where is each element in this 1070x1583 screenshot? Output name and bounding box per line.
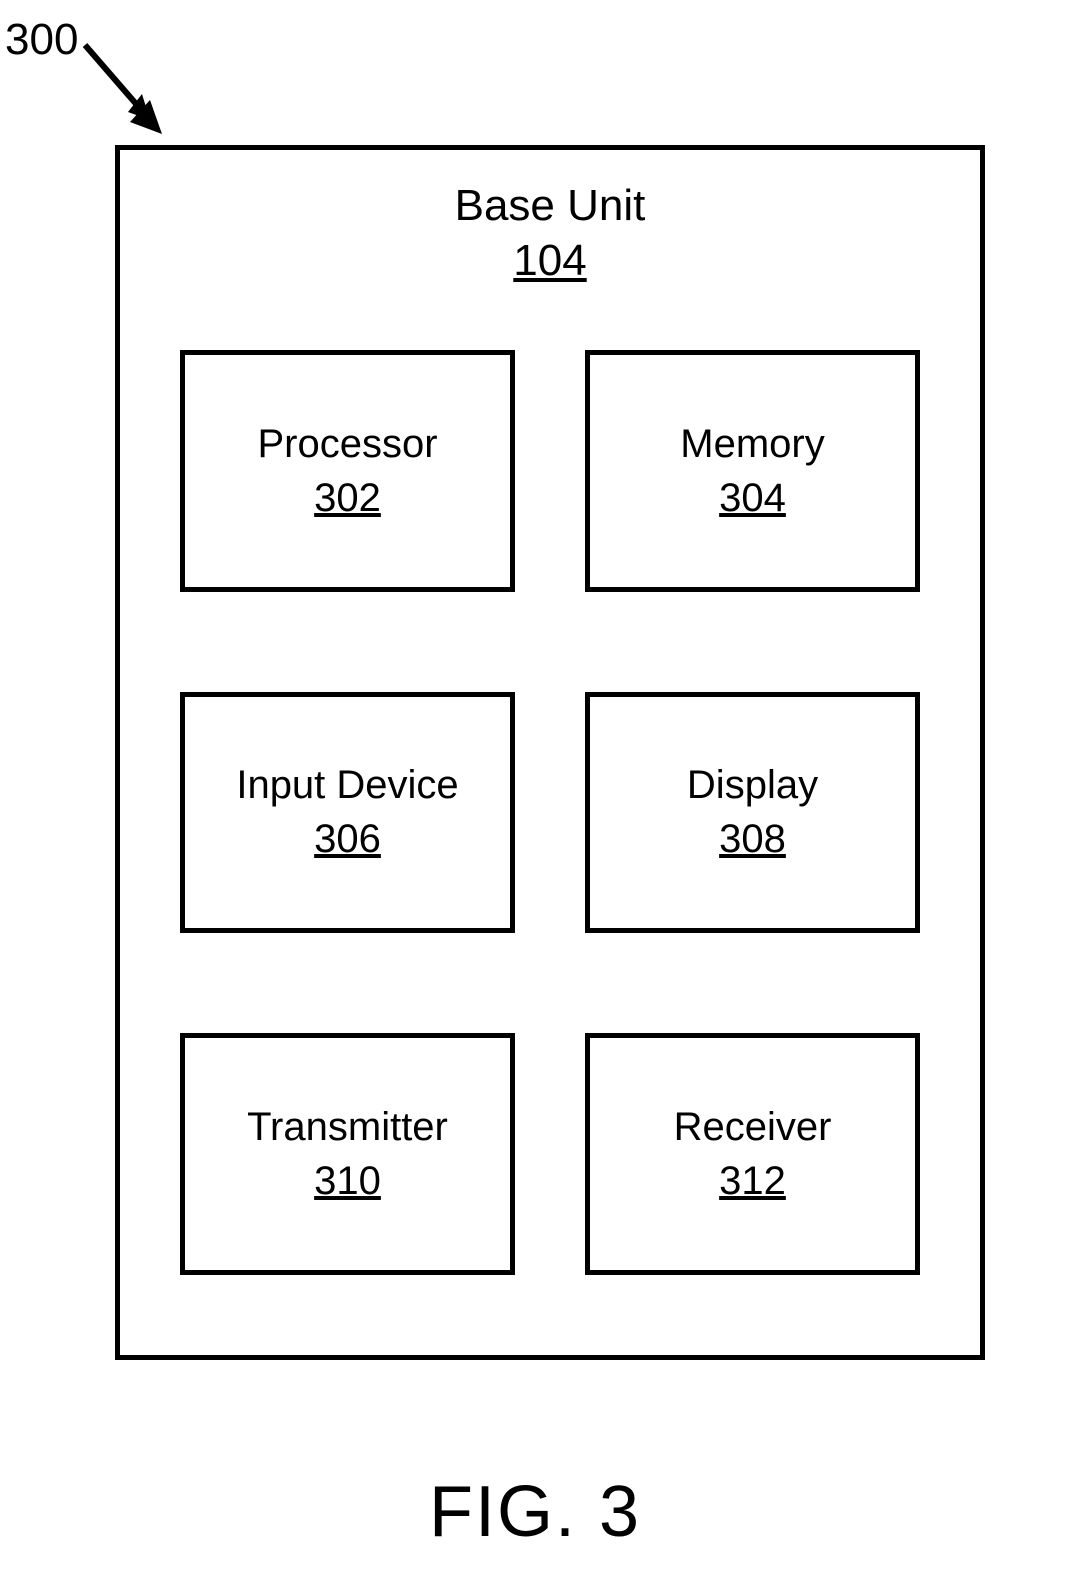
component-label: Display bbox=[687, 758, 818, 812]
base-unit-title-text: Base Unit bbox=[455, 181, 646, 230]
component-display: Display 308 bbox=[585, 692, 920, 934]
component-ref: 304 bbox=[719, 471, 786, 525]
base-unit-title: Base Unit 104 bbox=[120, 178, 980, 288]
base-unit-ref: 104 bbox=[513, 236, 586, 285]
component-label: Processor bbox=[257, 417, 437, 471]
component-memory: Memory 304 bbox=[585, 350, 920, 592]
component-label: Receiver bbox=[674, 1100, 832, 1154]
arrow-icon bbox=[80, 40, 180, 150]
component-processor: Processor 302 bbox=[180, 350, 515, 592]
component-label: Input Device bbox=[236, 758, 458, 812]
figure-reference-number: 300 bbox=[5, 15, 78, 65]
component-receiver: Receiver 312 bbox=[585, 1033, 920, 1275]
component-label: Transmitter bbox=[247, 1100, 448, 1154]
component-input-device: Input Device 306 bbox=[180, 692, 515, 934]
component-transmitter: Transmitter 310 bbox=[180, 1033, 515, 1275]
base-unit-container: Base Unit 104 Processor 302 Memory 304 I… bbox=[115, 145, 985, 1360]
component-ref: 310 bbox=[314, 1154, 381, 1208]
component-ref: 302 bbox=[314, 471, 381, 525]
components-grid: Processor 302 Memory 304 Input Device 30… bbox=[120, 320, 980, 1355]
component-label: Memory bbox=[680, 417, 824, 471]
component-ref: 306 bbox=[314, 812, 381, 866]
component-ref: 308 bbox=[719, 812, 786, 866]
figure-label: FIG. 3 bbox=[0, 1471, 1070, 1553]
component-ref: 312 bbox=[719, 1154, 786, 1208]
